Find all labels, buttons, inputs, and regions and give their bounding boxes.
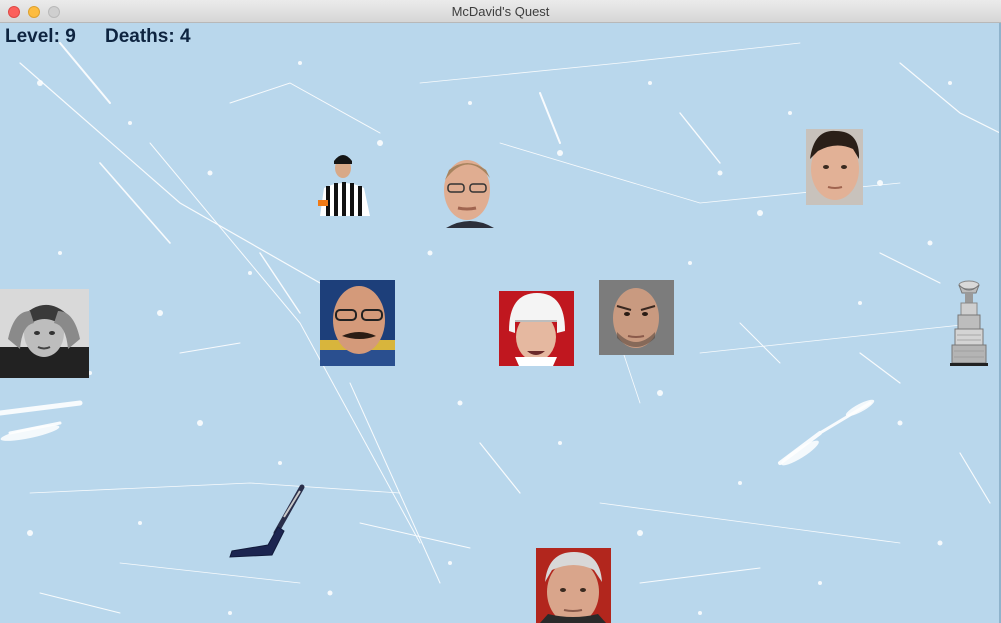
player-bald-sprite	[599, 280, 674, 355]
coach-glasses-sprite	[440, 152, 498, 228]
coach-white-hair-sprite	[536, 548, 611, 623]
level-label: Level:	[5, 26, 60, 47]
deaths-value: 4	[179, 26, 191, 47]
window-title: McDavid's Quest	[451, 4, 550, 19]
title-bar: McDavid's Quest	[0, 0, 1001, 23]
hud-deaths: Deaths: 4	[105, 26, 191, 48]
player-dark-hair-sprite	[806, 129, 863, 205]
game-window: McDavid's Quest Level: 9 Deaths: 4	[0, 0, 1001, 623]
deaths-label: Deaths:	[105, 26, 175, 47]
coach-mustache-sprite	[320, 280, 395, 366]
hud-level: Level: 9	[5, 26, 76, 48]
hockey-stick-icon	[228, 483, 306, 561]
ice-rink: Level: 9 Deaths: 4	[0, 23, 1001, 623]
stanley-cup-icon	[948, 279, 990, 367]
referee-sprite	[316, 148, 373, 216]
player-mcdavid-sprite	[0, 289, 89, 378]
level-value: 9	[65, 26, 76, 47]
player-red-helmet-sprite	[499, 291, 574, 366]
